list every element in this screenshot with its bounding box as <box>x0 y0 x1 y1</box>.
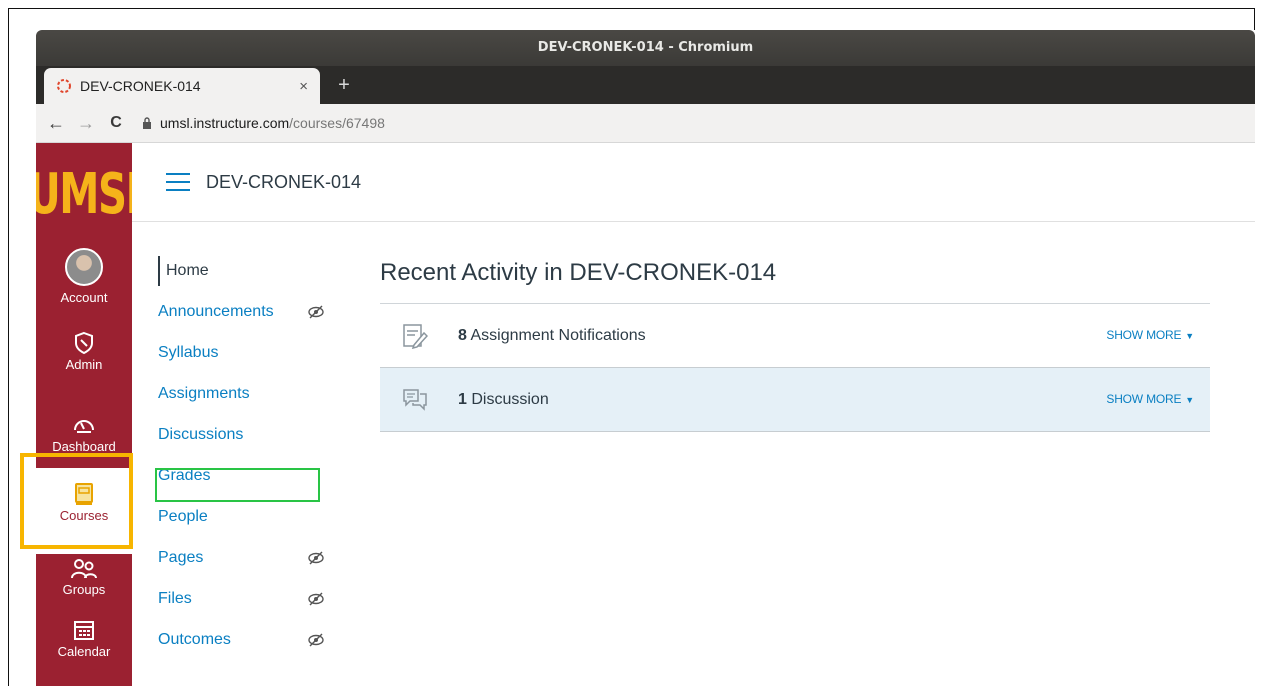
back-button[interactable]: ← <box>44 113 68 134</box>
global-nav-dashboard[interactable]: Dashboard <box>36 413 132 454</box>
browser-window: DEV-CRONEK-014 - Chromium DEV-CRONEK-014… <box>36 30 1255 686</box>
caret-down-icon: ▼ <box>1185 395 1194 405</box>
global-nav-label: Calendar <box>57 644 111 659</box>
book-icon <box>75 483 93 505</box>
hidden-eye-icon <box>308 592 324 606</box>
groups-icon <box>71 559 97 579</box>
global-nav-groups[interactable]: Groups <box>36 558 132 597</box>
umsl-logo[interactable]: UMSL <box>36 155 132 235</box>
course-nav-files[interactable]: Files <box>158 584 338 614</box>
window-title: DEV-CRONEK-014 - Chromium <box>36 30 1255 66</box>
hidden-eye-icon <box>308 633 324 647</box>
show-more-link[interactable]: SHOW MORE ▼ <box>1106 328 1194 342</box>
course-navigation: Home Announcements Syllabus Assignments … <box>132 221 342 686</box>
browser-toolbar: ← → C umsl.instructure.com/courses/67498 <box>36 104 1255 143</box>
activity-label: 8 Assignment Notifications <box>458 326 646 344</box>
logo-text: UMSL <box>36 162 132 227</box>
global-nav-calendar[interactable]: Calendar <box>36 618 132 659</box>
caret-down-icon: ▼ <box>1185 331 1194 341</box>
global-nav-admin[interactable]: Admin <box>36 331 132 372</box>
course-nav-pages[interactable]: Pages <box>158 543 338 573</box>
global-nav-account[interactable]: Account <box>36 248 132 305</box>
page-title: Recent Activity in DEV-CRONEK-014 <box>380 259 777 286</box>
discussion-icon <box>403 388 427 411</box>
avatar <box>65 248 103 286</box>
global-nav-label: Admin <box>65 357 103 372</box>
lock-icon <box>143 117 151 129</box>
show-more-link[interactable]: SHOW MORE ▼ <box>1106 392 1194 406</box>
global-nav-courses[interactable]: Courses <box>36 468 132 554</box>
activity-row-assignments[interactable]: 8 Assignment Notifications SHOW MORE ▼ <box>380 304 1210 368</box>
course-nav-announcements[interactable]: Announcements <box>158 297 338 327</box>
address-path: /courses/67498 <box>289 115 385 131</box>
reload-button[interactable]: C <box>104 114 128 132</box>
course-nav-discussions[interactable]: Discussions <box>158 420 338 450</box>
hidden-eye-icon <box>308 551 324 565</box>
global-nav-label: Account <box>60 290 108 305</box>
global-nav-label: Courses <box>59 508 109 523</box>
address-host: umsl.instructure.com <box>160 115 290 131</box>
hidden-eye-icon <box>308 305 324 319</box>
hamburger-menu-icon[interactable] <box>166 173 190 191</box>
new-tab-button[interactable]: + <box>332 70 356 100</box>
dashboard-icon <box>74 420 94 433</box>
calendar-icon <box>74 621 94 640</box>
global-nav-label: Dashboard <box>52 439 116 454</box>
canvas-favicon-icon <box>57 79 71 93</box>
assignment-notification-icon <box>403 323 428 349</box>
course-nav-people[interactable]: People <box>158 502 338 532</box>
course-nav-assignments[interactable]: Assignments <box>158 379 338 409</box>
course-nav-home[interactable]: Home <box>158 256 346 286</box>
course-header: DEV-CRONEK-014 <box>132 143 1255 222</box>
browser-tab[interactable]: DEV-CRONEK-014 × <box>44 68 320 104</box>
global-navigation: UMSL Account Admin Dashboard <box>36 143 132 686</box>
tab-title: DEV-CRONEK-014 <box>80 78 201 94</box>
canvas-app: UMSL Account Admin Dashboard <box>36 143 1255 686</box>
shield-icon <box>75 331 93 355</box>
course-nav-syllabus[interactable]: Syllabus <box>158 338 338 368</box>
activity-label: 1 Discussion <box>458 390 549 408</box>
tab-close-icon[interactable]: × <box>299 78 308 95</box>
address-bar[interactable]: umsl.instructure.com/courses/67498 <box>142 115 385 131</box>
forward-button[interactable]: → <box>74 113 98 134</box>
breadcrumb[interactable]: DEV-CRONEK-014 <box>206 172 361 193</box>
tab-strip: DEV-CRONEK-014 × + <box>36 66 1255 104</box>
course-nav-outcomes[interactable]: Outcomes <box>158 625 338 655</box>
grades-highlight-box <box>155 468 320 502</box>
global-nav-label: Groups <box>62 582 106 597</box>
activity-row-discussion[interactable]: 1 Discussion SHOW MORE ▼ <box>380 368 1210 432</box>
